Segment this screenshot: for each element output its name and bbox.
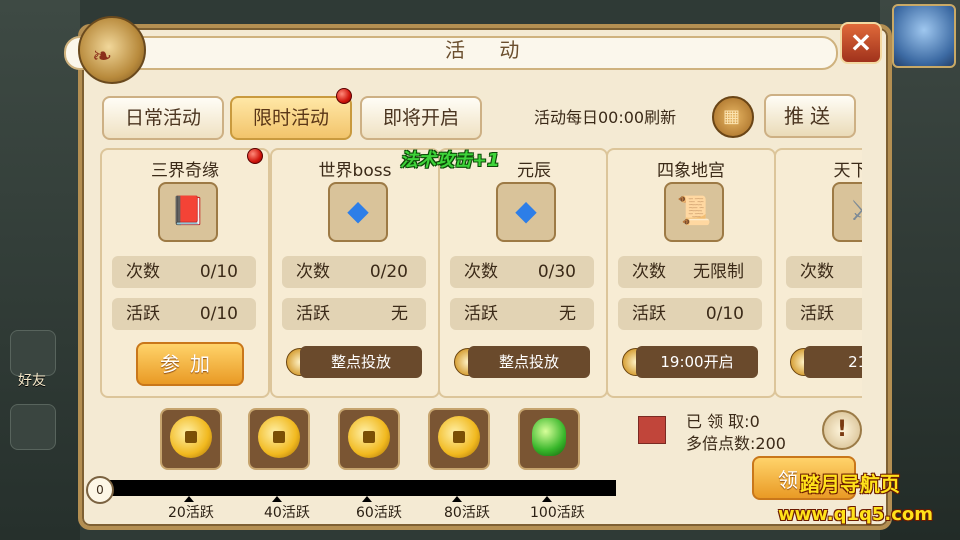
reward-chest-20[interactable]: [160, 408, 222, 470]
join-button[interactable]: 参加: [136, 342, 244, 386]
coin-icon: [348, 416, 390, 458]
player-avatar[interactable]: [892, 4, 956, 68]
schedule-label: 21:3: [804, 346, 862, 378]
schedule-label: 整点投放: [300, 346, 422, 378]
close-button[interactable]: ×: [840, 22, 882, 64]
green-gem-icon: [532, 418, 566, 456]
tier-label: 80活跃: [444, 505, 490, 521]
chat-icon[interactable]: [10, 404, 56, 450]
coin-icon: [258, 416, 300, 458]
grid-menu-icon[interactable]: ▦: [712, 96, 754, 138]
card-title: 四象地宫: [657, 161, 725, 181]
watermark-title: 踏月导航页: [800, 472, 900, 496]
card-title: 三界奇缘: [151, 161, 219, 181]
activity-card[interactable]: 三界奇缘 📕 次数 0/10 活跃 0/10 参加: [100, 148, 270, 398]
notification-dot-icon: [247, 148, 263, 164]
blue-gem-icon: ◆: [328, 182, 388, 242]
refresh-note: 活动每日00:00刷新: [534, 108, 677, 127]
activity-progress-bar: [102, 480, 616, 496]
tier-label: 60活跃: [356, 505, 402, 521]
schedule-label: 19:00开启: [636, 346, 758, 378]
multiplier-points: 多倍点数:200: [686, 434, 786, 453]
reward-chest-80[interactable]: [428, 408, 490, 470]
activity-card[interactable]: 天下比 ⚔ 次数无 活跃 21:3: [774, 148, 862, 398]
book-icon: 📕: [158, 182, 218, 242]
active-row: 活跃无: [282, 298, 426, 330]
blue-gem-icon: ◆: [496, 182, 556, 242]
buff-popup-text: 法术攻击+1: [400, 150, 500, 171]
count-row: 次数 0/10: [112, 256, 256, 288]
count-row: 次数无: [786, 256, 862, 288]
friends-label: 好友: [18, 373, 46, 389]
notification-dot-icon: [336, 88, 352, 104]
card-title: 天下比: [833, 161, 863, 181]
coin-icon: [438, 416, 480, 458]
claimed-count: 已 领 取:0: [686, 412, 760, 431]
tab-daily[interactable]: 日常活动: [102, 96, 224, 140]
count-row: 次数 0/20: [282, 256, 426, 288]
activity-card[interactable]: 世界boss ◆ 次数 0/20 活跃无 整点投放: [270, 148, 440, 398]
triple-points-badge-icon: [638, 416, 666, 444]
coin-icon: [170, 416, 212, 458]
tab-limited[interactable]: 限时活动: [230, 96, 352, 140]
progress-start-value: 0: [86, 476, 114, 504]
push-button[interactable]: 推送: [764, 94, 856, 138]
active-row: 活跃: [786, 298, 862, 330]
panel-title: 活 动: [445, 38, 534, 62]
sword-icon: ⚔: [832, 182, 862, 242]
tier-label: 40活跃: [264, 505, 310, 521]
info-icon[interactable]: !: [822, 410, 862, 450]
tier-label: 20活跃: [168, 505, 214, 521]
game-background-left: [0, 0, 80, 540]
scroll-icon: 📜: [664, 182, 724, 242]
watermark-url: www.q1q5.com: [778, 504, 934, 525]
reward-chest-60[interactable]: [338, 408, 400, 470]
count-row: 次数 无限制: [618, 256, 762, 288]
active-row: 活跃无: [450, 298, 594, 330]
activity-card[interactable]: 元辰 ◆ 次数 0/30 活跃无 整点投放: [438, 148, 608, 398]
reward-chest-100[interactable]: [518, 408, 580, 470]
tab-upcoming[interactable]: 即将开启: [360, 96, 482, 140]
reward-chest-40[interactable]: [248, 408, 310, 470]
active-row: 活跃 0/10: [618, 298, 762, 330]
game-background-right: [880, 0, 960, 540]
active-row: 活跃 0/10: [112, 298, 256, 330]
activity-card[interactable]: 四象地宫 📜 次数 无限制 活跃 0/10 19:00开启: [606, 148, 776, 398]
count-row: 次数 0/30: [450, 256, 594, 288]
schedule-label: 整点投放: [468, 346, 590, 378]
activity-card-list[interactable]: 三界奇缘 📕 次数 0/10 活跃 0/10 参加 世界boss ◆ 次数 0/20 …: [98, 146, 862, 398]
horn-icon: ❧: [78, 16, 146, 84]
tier-label: 100活跃: [530, 505, 585, 521]
